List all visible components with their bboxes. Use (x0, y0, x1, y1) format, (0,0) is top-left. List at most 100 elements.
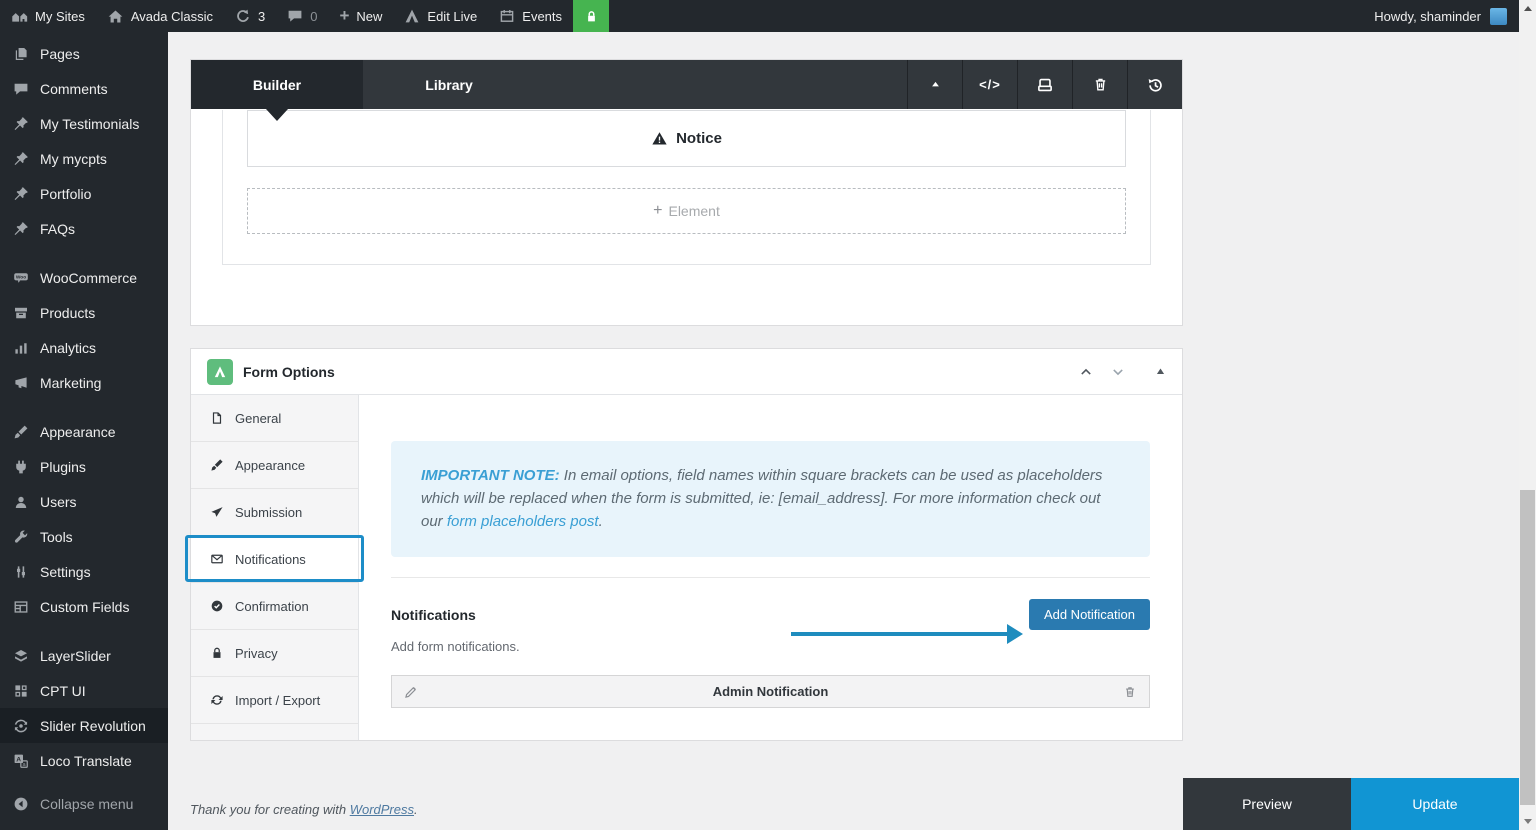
tab-general[interactable]: General (191, 395, 358, 442)
tab-builder-label: Builder (253, 77, 301, 93)
triangle-up-icon (928, 77, 943, 92)
tab-builder[interactable]: Builder (191, 60, 363, 109)
sidebar-item-portfolio[interactable]: Portfolio (0, 176, 168, 211)
sidebar-item-analytics[interactable]: Analytics (0, 330, 168, 365)
sidebar-item-label: Appearance (40, 424, 116, 440)
pin-icon (11, 186, 31, 202)
custom-css-button[interactable]: </> (962, 60, 1017, 109)
sidebar-item-appearance[interactable]: Appearance (0, 414, 168, 449)
sidebar-item-comments[interactable]: Comments (0, 71, 168, 106)
notice-label: Notice (676, 130, 722, 147)
scrollbar-up-arrow[interactable] (1519, 0, 1536, 17)
builder-canvas: Notice + Element (222, 110, 1151, 265)
admin-bar-events[interactable]: Events (488, 0, 573, 32)
sidebar-item-pages[interactable]: Pages (0, 36, 168, 71)
badge-check-icon (209, 599, 224, 613)
tab-import-export[interactable]: Import / Export (191, 677, 358, 724)
sidebar-item-marketing[interactable]: Marketing (0, 365, 168, 400)
tab-privacy[interactable]: Privacy (191, 630, 358, 677)
sidebar-item-slider-revolution[interactable]: Slider Revolution (0, 708, 168, 743)
main-content: Builder Library </> Notice + Element (168, 32, 1519, 830)
wordpress-link[interactable]: WordPress (350, 802, 414, 817)
scrollbar-thumb[interactable] (1520, 490, 1535, 805)
notifications-section-header: Notifications Add Notification (391, 599, 1150, 630)
edit-pencil-icon[interactable] (404, 685, 418, 699)
admin-bar-my-sites[interactable]: My Sites (0, 0, 96, 32)
tab-label: Import / Export (235, 693, 320, 708)
admin-bar-site-name[interactable]: Avada Classic (96, 0, 224, 32)
add-element-label: Element (668, 203, 719, 219)
annotation-arrow-line (791, 632, 1009, 636)
brush-icon (209, 458, 224, 472)
save-template-button[interactable] (1017, 60, 1072, 109)
maintenance-lock-button[interactable] (573, 0, 609, 32)
collapse-panel-button[interactable] (1155, 366, 1166, 377)
move-up-button[interactable] (1079, 365, 1093, 379)
tab-library-label: Library (425, 77, 472, 93)
sidebar-item-faqs[interactable]: FAQs (0, 211, 168, 246)
form-options-content: IMPORTANT NOTE: In email options, field … (359, 395, 1182, 740)
slider-revolution-icon (11, 718, 31, 734)
notifications-heading: Notifications (391, 607, 476, 623)
tab-label: Privacy (235, 646, 278, 661)
form-placeholders-link[interactable]: form placeholders post (447, 513, 599, 530)
admin-bar-account[interactable]: Howdy, shaminder (1374, 8, 1519, 25)
tools-wrench-icon (11, 529, 31, 545)
sidebar-item-cpt-ui[interactable]: CPT UI (0, 673, 168, 708)
sidebar-item-label: Pages (40, 46, 80, 62)
tab-label: Confirmation (235, 599, 309, 614)
history-button[interactable] (1127, 60, 1182, 109)
sidebar-item-label: FAQs (40, 221, 75, 237)
sidebar-item-label: Users (40, 494, 77, 510)
scrollbar-down-arrow[interactable] (1519, 813, 1536, 830)
svg-text:Woo: Woo (16, 274, 26, 280)
update-icon (235, 8, 251, 24)
collapse-sections-button[interactable] (907, 60, 962, 109)
tab-confirmation[interactable]: Confirmation (191, 583, 358, 630)
page-scrollbar[interactable] (1519, 0, 1536, 830)
admin-bar-new[interactable]: + New (328, 0, 393, 32)
sidebar-item-custom-fields[interactable]: Custom Fields (0, 589, 168, 624)
sidebar-item-tools[interactable]: Tools (0, 519, 168, 554)
tab-appearance[interactable]: Appearance (191, 442, 358, 489)
sidebar-item-plugins[interactable]: Plugins (0, 449, 168, 484)
sidebar-item-label: CPT UI (40, 683, 86, 699)
delete-button[interactable] (1072, 60, 1127, 109)
sidebar-item-products[interactable]: Products (0, 295, 168, 330)
paper-plane-icon (209, 505, 224, 519)
add-element-button[interactable]: + Element (247, 188, 1126, 234)
admin-sidebar: Pages Comments My Testimonials My mycpts… (0, 32, 168, 830)
delete-notification-icon[interactable] (1123, 685, 1137, 699)
tab-submission[interactable]: Submission (191, 489, 358, 536)
sidebar-item-loco-translate[interactable]: AaLoco Translate (0, 743, 168, 778)
add-notification-button[interactable]: Add Notification (1029, 599, 1150, 630)
comments-bubble-icon (287, 8, 303, 24)
update-button[interactable]: Update (1351, 778, 1519, 830)
appearance-brush-icon (11, 424, 31, 440)
layerslider-icon (11, 648, 31, 664)
sidebar-item-my-mycpts[interactable]: My mycpts (0, 141, 168, 176)
howdy-label: Howdy, shaminder (1374, 9, 1481, 24)
events-label: Events (522, 9, 562, 24)
multisite-icon (11, 8, 28, 25)
pin-icon (11, 151, 31, 167)
admin-bar-updates[interactable]: 3 (224, 0, 276, 32)
sidebar-item-my-testimonials[interactable]: My Testimonials (0, 106, 168, 141)
admin-bar-edit-live[interactable]: Edit Live (393, 0, 488, 32)
tab-label: Notifications (235, 552, 306, 567)
tab-library[interactable]: Library (363, 60, 535, 109)
sidebar-separator (0, 778, 168, 786)
admin-bar-comments[interactable]: 0 (276, 0, 328, 32)
sidebar-item-layerslider[interactable]: LayerSlider (0, 638, 168, 673)
envelope-icon (209, 552, 224, 566)
panel-header-controls (1079, 365, 1166, 379)
sidebar-item-settings[interactable]: Settings (0, 554, 168, 589)
tab-notifications[interactable]: Notifications (191, 536, 358, 583)
sidebar-item-users[interactable]: Users (0, 484, 168, 519)
sidebar-item-woocommerce[interactable]: WooWooCommerce (0, 260, 168, 295)
preview-button[interactable]: Preview (1183, 778, 1351, 830)
sidebar-item-collapse-menu[interactable]: Collapse menu (0, 786, 168, 821)
sidebar-item-label: Tools (40, 529, 73, 545)
custom-fields-icon (11, 599, 31, 615)
move-down-button[interactable] (1111, 365, 1125, 379)
